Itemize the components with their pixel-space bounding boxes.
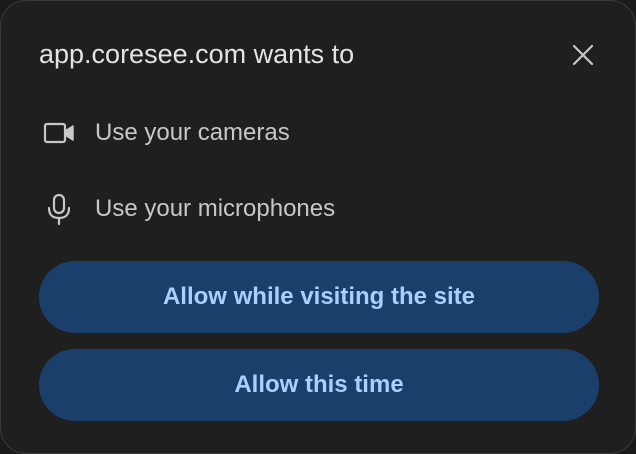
camera-icon [43, 116, 77, 150]
allow-while-visiting-button[interactable]: Allow while visiting the site [39, 261, 599, 333]
dialog-title: app.coresee.com wants to [39, 39, 355, 69]
permission-camera-label: Use your cameras [95, 119, 290, 146]
microphone-icon [43, 192, 77, 226]
permission-microphone-label: Use your microphones [95, 195, 336, 222]
close-icon [572, 44, 594, 66]
allow-this-time-button[interactable]: Allow this time [39, 349, 599, 421]
close-button[interactable] [563, 35, 603, 75]
permission-dialog: app.coresee.com wants to Use your camera… [0, 0, 636, 454]
permission-microphone: Use your microphones [43, 192, 335, 226]
permission-camera: Use your cameras [43, 116, 290, 150]
